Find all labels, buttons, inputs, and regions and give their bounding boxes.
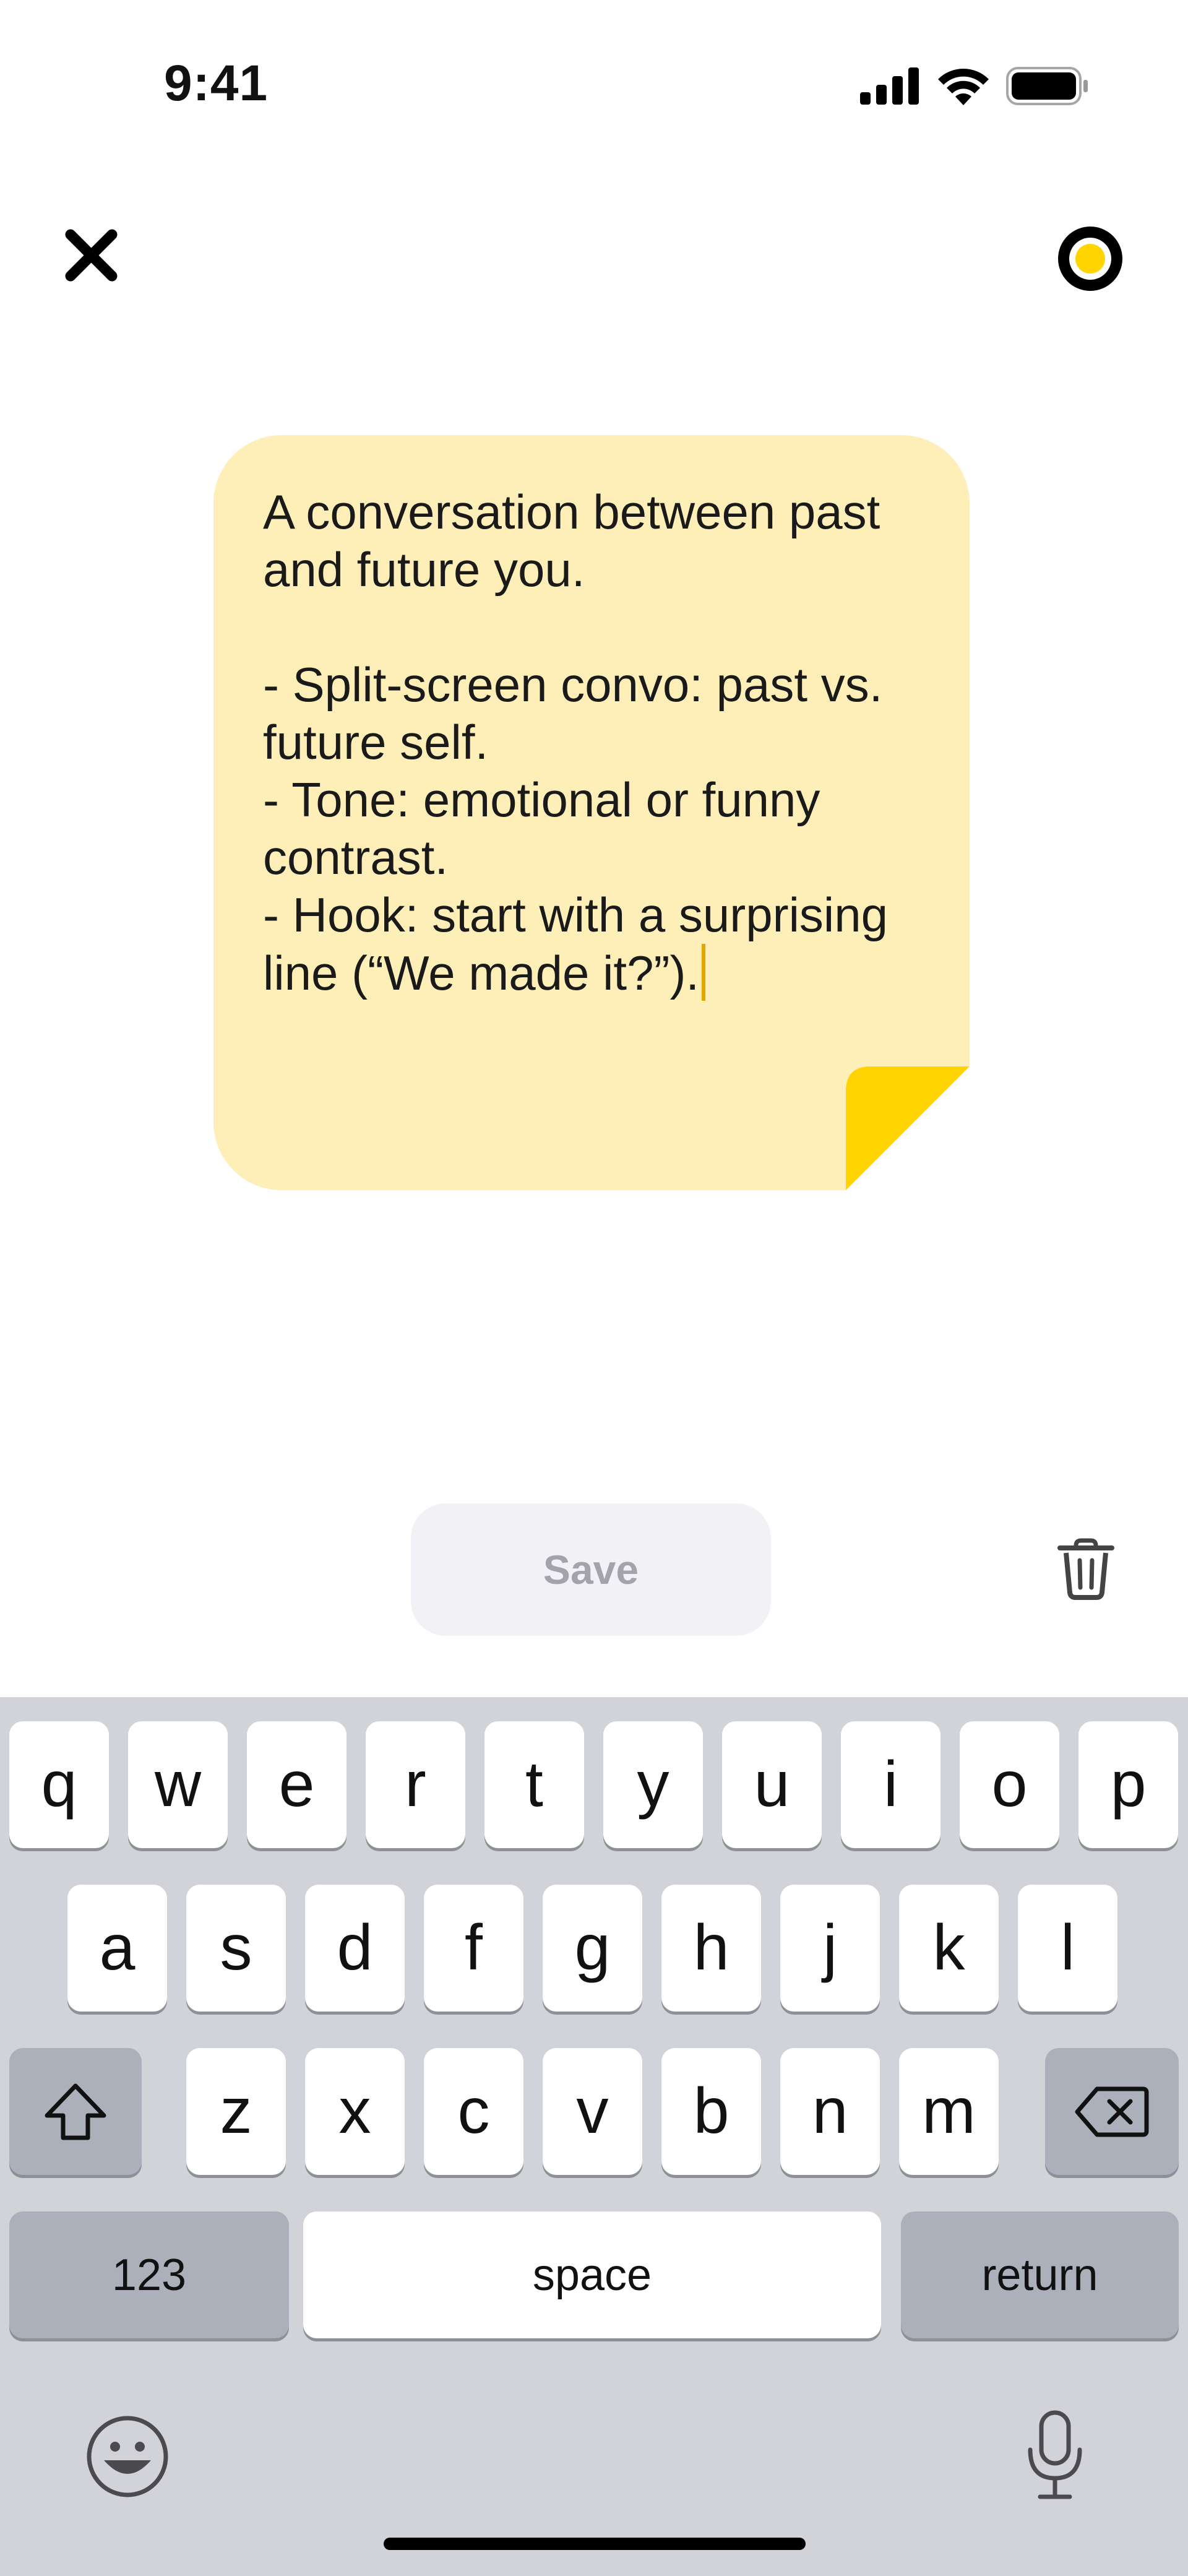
cellular-signal-icon xyxy=(860,67,919,105)
emoji-icon xyxy=(87,2416,168,2497)
key-i[interactable]: i xyxy=(841,1721,940,1848)
key-j[interactable]: j xyxy=(780,1885,880,2012)
key-a[interactable]: a xyxy=(67,1885,167,2012)
keyboard-row-2: a s d f g h j k l xyxy=(0,1885,1188,2012)
key-f[interactable]: f xyxy=(424,1885,523,2012)
backspace-key[interactable] xyxy=(1045,2048,1179,2175)
key-y[interactable]: y xyxy=(603,1721,703,1848)
shift-icon xyxy=(45,2083,106,2140)
note-fold-corner xyxy=(846,1066,970,1190)
backspace-icon xyxy=(1075,2086,1149,2137)
text-caret xyxy=(702,944,706,1001)
note-text-editor[interactable]: A conversation between past and future y… xyxy=(263,483,937,1002)
on-screen-keyboard: q w e r t y u i o p a s d f g h j k l z … xyxy=(0,1697,1188,2576)
key-b[interactable]: b xyxy=(661,2048,761,2175)
space-key[interactable]: space xyxy=(303,2211,881,2338)
close-button[interactable] xyxy=(62,226,121,285)
key-t[interactable]: t xyxy=(484,1721,584,1848)
delete-button[interactable] xyxy=(1055,1538,1117,1600)
key-p[interactable]: p xyxy=(1078,1721,1178,1848)
return-key[interactable]: return xyxy=(901,2211,1179,2338)
note-text: A conversation between past and future y… xyxy=(263,485,889,1000)
dictation-button[interactable] xyxy=(1024,2410,1086,2500)
keyboard-row-1: q w e r t y u i o p xyxy=(0,1721,1188,1848)
key-l[interactable]: l xyxy=(1018,1885,1117,2012)
save-button[interactable]: Save xyxy=(411,1503,771,1636)
close-icon xyxy=(65,229,118,282)
key-o[interactable]: o xyxy=(960,1721,1059,1848)
key-m[interactable]: m xyxy=(899,2048,999,2175)
key-d[interactable]: d xyxy=(305,1885,405,2012)
record-button[interactable] xyxy=(1058,227,1122,291)
numbers-key[interactable]: 123 xyxy=(9,2211,289,2338)
key-q[interactable]: q xyxy=(9,1721,109,1848)
key-z[interactable]: z xyxy=(186,2048,286,2175)
key-w[interactable]: w xyxy=(128,1721,228,1848)
key-e[interactable]: e xyxy=(247,1721,346,1848)
keyboard-row-4: 123 space return xyxy=(0,2211,1188,2338)
key-v[interactable]: v xyxy=(543,2048,642,2175)
status-time: 9:41 xyxy=(164,55,269,111)
key-u[interactable]: u xyxy=(722,1721,822,1848)
emoji-button[interactable] xyxy=(85,2414,170,2499)
record-icon xyxy=(1058,227,1122,291)
key-n[interactable]: n xyxy=(780,2048,880,2175)
shift-key[interactable] xyxy=(9,2048,142,2175)
trash-icon xyxy=(1057,1538,1114,1600)
key-x[interactable]: x xyxy=(305,2048,405,2175)
status-icons xyxy=(860,67,1089,105)
wifi-icon xyxy=(938,69,989,105)
sticky-note[interactable]: A conversation between past and future y… xyxy=(213,435,970,1190)
keyboard-row-3: z x c v b n m xyxy=(0,2048,1188,2175)
key-h[interactable]: h xyxy=(661,1885,761,2012)
key-g[interactable]: g xyxy=(543,1885,642,2012)
battery-icon xyxy=(1006,67,1088,105)
key-r[interactable]: r xyxy=(366,1721,465,1848)
home-indicator[interactable] xyxy=(384,2538,806,2550)
microphone-icon xyxy=(1028,2410,1082,2499)
key-c[interactable]: c xyxy=(424,2048,523,2175)
key-k[interactable]: k xyxy=(899,1885,999,2012)
key-s[interactable]: s xyxy=(186,1885,286,2012)
status-bar: 9:41 xyxy=(0,0,1188,173)
